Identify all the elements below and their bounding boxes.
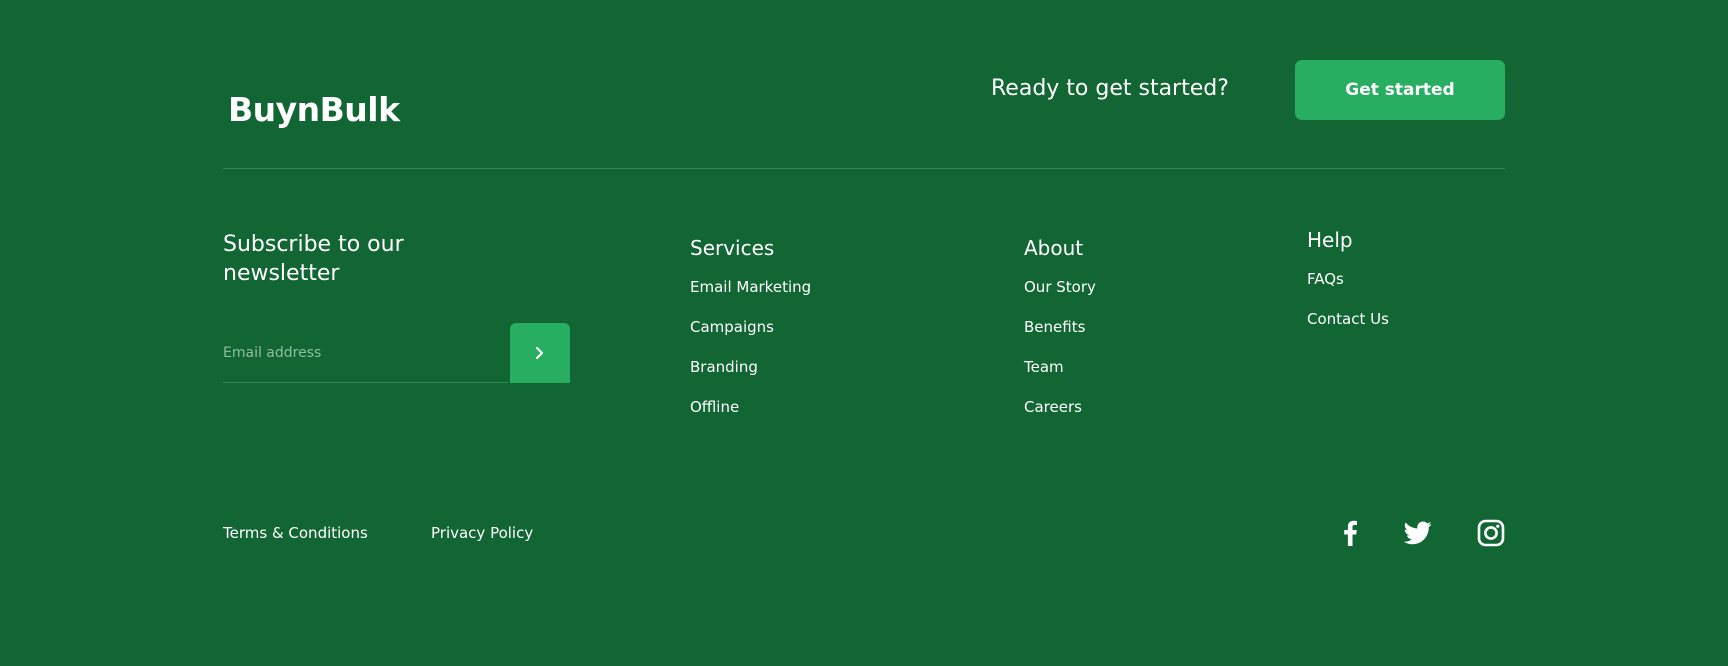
email-input[interactable] [223, 323, 508, 383]
twitter-icon [1404, 521, 1432, 545]
instagram-link[interactable] [1475, 517, 1507, 549]
newsletter-title: Subscribe to our newsletter [223, 232, 404, 286]
brand-logo: BuynBulk [228, 90, 400, 129]
privacy-link[interactable]: Privacy Policy [431, 523, 533, 543]
about-heading: About [1024, 236, 1084, 260]
terms-link[interactable]: Terms & Conditions [223, 523, 368, 543]
chevron-right-icon [535, 346, 544, 360]
help-heading: Help [1307, 228, 1353, 252]
help-link-faqs[interactable]: FAQs [1307, 269, 1344, 289]
about-link-our-story[interactable]: Our Story [1024, 277, 1096, 297]
services-heading: Services [690, 236, 775, 260]
help-link-contact-us[interactable]: Contact Us [1307, 309, 1389, 329]
services-link-campaigns[interactable]: Campaigns [690, 317, 774, 337]
facebook-icon [1344, 520, 1357, 546]
services-link-offline[interactable]: Offline [690, 397, 739, 417]
about-link-careers[interactable]: Careers [1024, 397, 1082, 417]
newsletter-form [223, 323, 570, 383]
services-link-branding[interactable]: Branding [690, 357, 758, 377]
twitter-link[interactable] [1401, 517, 1435, 549]
instagram-icon [1477, 519, 1505, 547]
footer-divider [223, 168, 1505, 169]
facebook-link[interactable] [1334, 517, 1366, 549]
get-started-button[interactable]: Get started [1295, 60, 1505, 120]
services-link-email-marketing[interactable]: Email Marketing [690, 277, 811, 297]
ready-prompt: Ready to get started? [991, 76, 1229, 101]
about-link-team[interactable]: Team [1024, 357, 1064, 377]
subscribe-button[interactable] [510, 323, 570, 383]
about-link-benefits[interactable]: Benefits [1024, 317, 1085, 337]
